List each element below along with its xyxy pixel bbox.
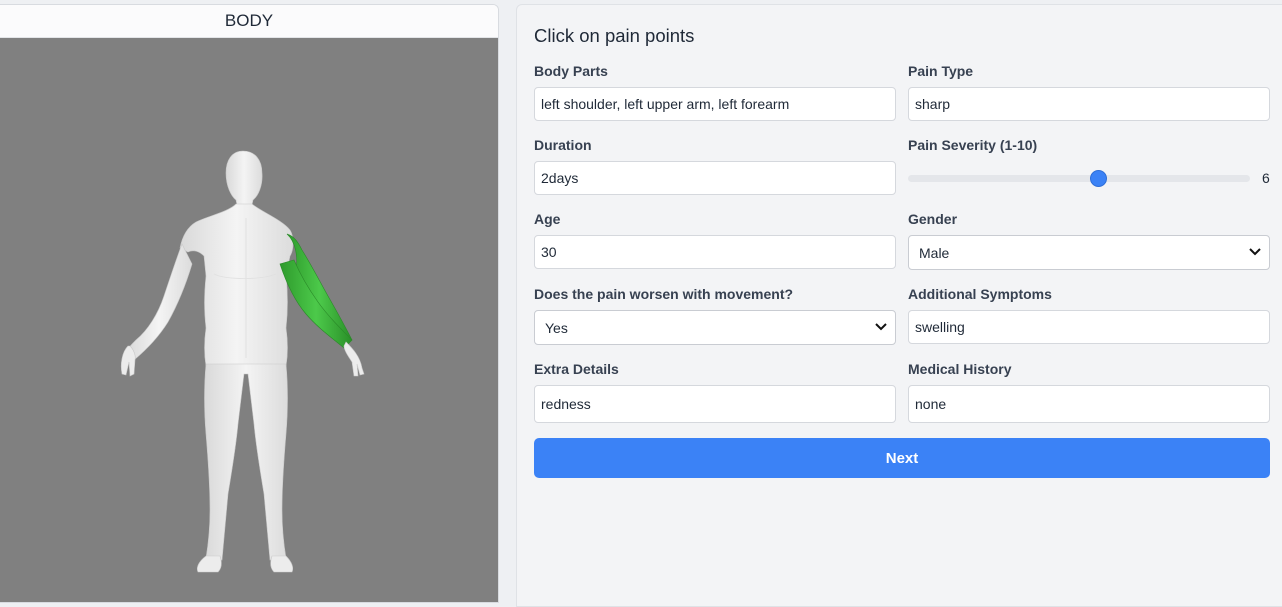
movement-label: Does the pain worsen with movement?: [534, 286, 794, 302]
additional-symptoms-input[interactable]: [908, 310, 1270, 344]
pain-severity-slider[interactable]: [908, 169, 1250, 187]
gender-field: Gender Male: [908, 211, 1270, 270]
body-parts-field: Body Parts: [534, 63, 896, 121]
age-label: Age: [534, 211, 561, 227]
body-panel-title: BODY: [0, 5, 498, 38]
body-3d-viewer[interactable]: [0, 38, 499, 603]
pain-severity-field: Pain Severity (1-10) 6: [908, 137, 1270, 195]
age-input[interactable]: [534, 235, 896, 269]
movement-select[interactable]: Yes: [534, 310, 896, 345]
gender-label: Gender: [908, 211, 958, 227]
duration-field: Duration: [534, 137, 896, 195]
human-figure[interactable]: [120, 150, 365, 573]
pain-severity-slider-row: 6: [908, 161, 1270, 195]
body-model[interactable]: [0, 38, 499, 603]
medical-history-input[interactable]: [908, 385, 1270, 423]
extra-details-field: Extra Details: [534, 361, 896, 423]
duration-label: Duration: [534, 137, 592, 153]
age-field: Age: [534, 211, 896, 269]
extra-details-input[interactable]: [534, 385, 896, 423]
duration-input[interactable]: [534, 161, 896, 195]
chevron-down-icon: [1249, 247, 1261, 259]
pain-form-panel: Click on pain points Body Parts Pain Typ…: [516, 4, 1282, 607]
extra-details-label: Extra Details: [534, 361, 619, 377]
additional-symptoms-field: Additional Symptoms: [908, 286, 1270, 344]
pain-severity-value: 6: [1262, 170, 1270, 186]
body-panel: BODY: [0, 4, 499, 603]
form-title: Click on pain points: [534, 25, 695, 46]
medical-history-field: Medical History: [908, 361, 1270, 423]
body-parts-input[interactable]: [534, 87, 896, 121]
gender-select[interactable]: Male: [908, 235, 1270, 270]
movement-field: Does the pain worsen with movement? Yes: [534, 286, 896, 345]
movement-selected-value: Yes: [545, 319, 568, 336]
pain-type-field: Pain Type: [908, 63, 1270, 121]
chevron-down-icon: [875, 322, 887, 334]
medical-history-label: Medical History: [908, 361, 1012, 377]
pain-type-input[interactable]: [908, 87, 1270, 121]
pain-severity-slider-thumb[interactable]: [1089, 169, 1107, 187]
pain-severity-label: Pain Severity (1-10): [908, 137, 1038, 153]
next-button[interactable]: Next: [534, 438, 1270, 478]
pain-type-label: Pain Type: [908, 63, 974, 79]
gender-selected-value: Male: [919, 244, 950, 261]
additional-symptoms-label: Additional Symptoms: [908, 286, 1052, 302]
body-parts-label: Body Parts: [534, 63, 608, 79]
